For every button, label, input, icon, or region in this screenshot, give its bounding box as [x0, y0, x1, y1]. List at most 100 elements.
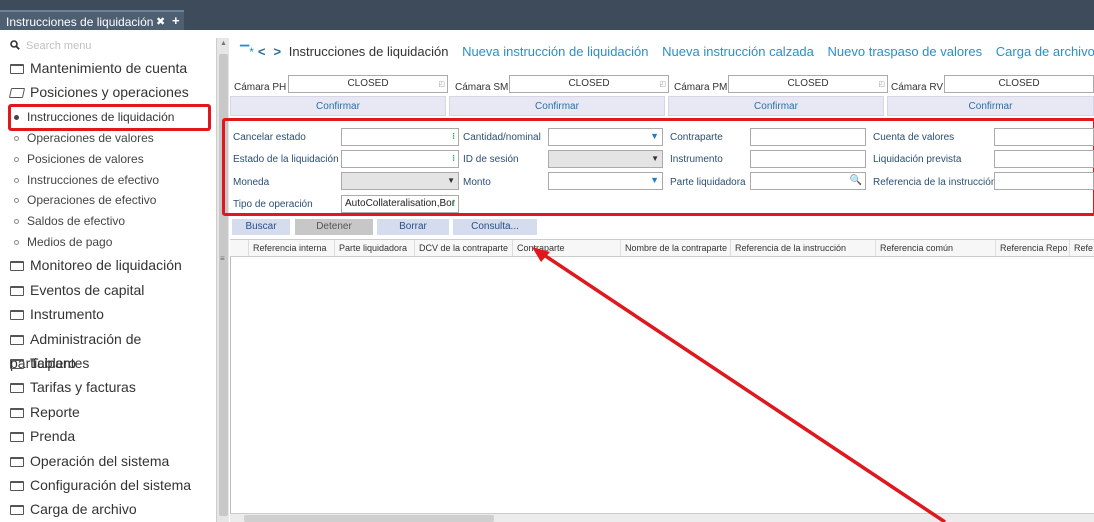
tipo-operacion-input[interactable]: AutoCollateralisation,Bor ⁝	[341, 195, 459, 213]
confirm-sm-button[interactable]: Confirmar	[449, 96, 665, 116]
tab-instrucciones[interactable]: Instrucciones de liquidación ✖ +	[0, 10, 184, 30]
chevron-down-icon: ▼	[447, 176, 455, 185]
sidebar-item-monitoreo[interactable]: Monitoreo de liquidación	[10, 253, 216, 277]
cantidad-nominal-label: Cantidad/nominal	[463, 132, 541, 143]
folder-icon	[10, 286, 24, 296]
moneda-label: Moneda	[233, 177, 270, 188]
col-referencia-instruccion[interactable]: Referencia de la instrucción	[730, 240, 875, 256]
col-referencia-comun[interactable]: Referencia común	[875, 240, 995, 256]
tab-bar: Instrucciones de liquidación ✖ +	[0, 0, 1094, 30]
col-parte-liquidadora[interactable]: Parte liquidadora	[334, 240, 414, 256]
moneda-select[interactable]: ▼	[341, 172, 459, 190]
sidebar-item-tablero[interactable]: Tablero	[10, 351, 216, 375]
camara-rv-field: CLOSED	[944, 75, 1094, 93]
cancelar-estado-input[interactable]: ⁝	[341, 128, 459, 146]
liquidacion-prevista-input[interactable]	[994, 150, 1094, 168]
scrollbar-thumb[interactable]	[244, 515, 494, 522]
liquidacion-prevista-label: Liquidación prevista	[873, 154, 962, 165]
col-referencia-extra[interactable]: Refe	[1069, 240, 1094, 256]
contraparte-label: Contraparte	[670, 132, 723, 143]
folder-icon	[10, 64, 24, 74]
sidebar-item-carga[interactable]: Carga de archivo	[10, 497, 216, 521]
camara-rv-label: Cámara RV	[891, 82, 944, 93]
confirm-pm-button[interactable]: Confirmar	[668, 96, 884, 116]
sidebar-item-instrucciones-efectivo[interactable]: Instrucciones de efectivo	[14, 170, 204, 190]
folder-icon	[10, 481, 24, 491]
id-sesion-select[interactable]: ▼	[548, 150, 663, 168]
sitemap-icon[interactable]: ▔*	[240, 45, 254, 59]
folder-icon	[10, 408, 24, 418]
sidebar-item-operaciones-valores[interactable]: Operaciones de valores	[14, 128, 204, 148]
camara-sm-field: CLOSED ◰	[509, 75, 669, 93]
confirm-rv-button[interactable]: Confirmar	[887, 96, 1094, 116]
col-referencia-interna[interactable]: Referencia interna	[248, 240, 334, 256]
sidebar-item-mantenimiento[interactable]: Mantenimiento de cuenta	[10, 56, 216, 80]
link-nueva-calzada[interactable]: Nueva instrucción calzada	[662, 44, 814, 59]
sidebar-item-posiciones[interactable]: Posiciones y operaciones	[8, 80, 216, 104]
list-icon[interactable]: ⁝	[452, 131, 455, 142]
camara-row: Cámara PH CLOSED ◰ Confirmar Cámara SM CL…	[230, 70, 1094, 118]
link-carga-archivo[interactable]: Carga de archivo	[996, 44, 1094, 59]
scroll-up-icon[interactable]: ▲	[220, 40, 227, 47]
sidebar-item-tarifas[interactable]: Tarifas y facturas	[10, 375, 216, 399]
buscar-button[interactable]: Buscar	[232, 219, 290, 235]
col-dcv-contraparte[interactable]: DCV de la contraparte	[414, 240, 512, 256]
bullet-icon	[14, 240, 19, 245]
folder-icon	[10, 432, 24, 442]
confirm-ph-button[interactable]: Confirmar	[230, 96, 446, 116]
close-icon[interactable]: ✖	[156, 12, 165, 32]
contraparte-input[interactable]	[750, 128, 866, 146]
consulta-button[interactable]: Consulta...	[453, 219, 537, 235]
back-icon[interactable]: <	[258, 44, 266, 59]
cuenta-valores-input[interactable]	[994, 128, 1094, 146]
col-contraparte[interactable]: Contraparte	[512, 240, 620, 256]
instrumento-input[interactable]	[750, 150, 866, 168]
referencia-instruccion-input[interactable]	[994, 172, 1094, 190]
sidebar-item-posiciones-valores[interactable]: Posiciones de valores	[14, 149, 204, 169]
col-referencia-repo[interactable]: Referencia Repo	[995, 240, 1069, 256]
filter-icon[interactable]: ▼	[650, 131, 659, 141]
parte-liquidadora-input[interactable]: 🔍	[750, 172, 866, 190]
sidebar-item-saldos-efectivo[interactable]: Saldos de efectivo	[14, 211, 204, 231]
sidebar-item-instrumento[interactable]: Instrumento	[10, 302, 216, 326]
sidebar-item-eventos[interactable]: Eventos de capital	[10, 278, 216, 302]
sidebar-item-configuracion[interactable]: Configuración del sistema	[10, 473, 216, 497]
search-input[interactable]: Search menu	[26, 40, 91, 52]
estado-liquidacion-input[interactable]: ⁝	[341, 150, 459, 168]
folder-icon	[10, 457, 24, 467]
link-nuevo-traspaso[interactable]: Nuevo traspaso de valores	[828, 44, 983, 59]
folder-icon	[10, 310, 24, 320]
cuenta-valores-label: Cuenta de valores	[873, 132, 955, 143]
sidebar-item-operacion-sistema[interactable]: Operación del sistema	[10, 449, 216, 473]
camara-sm-label: Cámara SM	[455, 82, 509, 93]
table-header: Referencia interna Parte liquidadora DCV…	[230, 239, 1094, 257]
sidebar-scrollbar[interactable]: ▲ ≡	[216, 38, 229, 522]
camara-pm-field: CLOSED ◰	[728, 75, 888, 93]
sidebar-item-reporte[interactable]: Reporte	[10, 400, 216, 424]
instrumento-label: Instrumento	[670, 154, 723, 165]
bullet-icon	[14, 219, 19, 224]
grip-icon: ≡	[220, 254, 225, 263]
magnifier-icon[interactable]: 🔍	[850, 175, 862, 186]
bullet-icon	[14, 136, 19, 141]
link-nueva-instruccion[interactable]: Nueva instrucción de liquidación	[462, 44, 648, 59]
bullet-icon	[14, 157, 19, 162]
sidebar-item-prenda[interactable]: Prenda	[10, 424, 216, 448]
detener-button[interactable]: Detener	[295, 219, 373, 235]
add-tab-icon[interactable]: +	[172, 11, 180, 31]
table-scrollbar[interactable]	[230, 513, 1094, 522]
tab-label: Instrucciones de liquidación	[6, 15, 154, 29]
monto-input[interactable]: ▼	[548, 172, 663, 190]
list-icon[interactable]: ⁝	[452, 198, 455, 209]
borrar-button[interactable]: Borrar	[377, 219, 449, 235]
list-icon[interactable]: ⁝	[452, 153, 455, 164]
camara-ph-label: Cámara PH	[234, 82, 287, 93]
bullet-icon	[14, 198, 19, 203]
col-nombre-contraparte[interactable]: Nombre de la contraparte	[620, 240, 730, 256]
sidebar-item-medios-pago[interactable]: Medios de pago	[14, 232, 204, 252]
sidebar-item-administracion[interactable]: Administración de participantes	[10, 327, 216, 371]
filter-icon[interactable]: ▼	[650, 175, 659, 185]
sidebar-item-operaciones-efectivo[interactable]: Operaciones de efectivo	[14, 190, 204, 210]
cantidad-nominal-input[interactable]: ▼	[548, 128, 663, 146]
forward-icon[interactable]: >	[274, 44, 282, 59]
